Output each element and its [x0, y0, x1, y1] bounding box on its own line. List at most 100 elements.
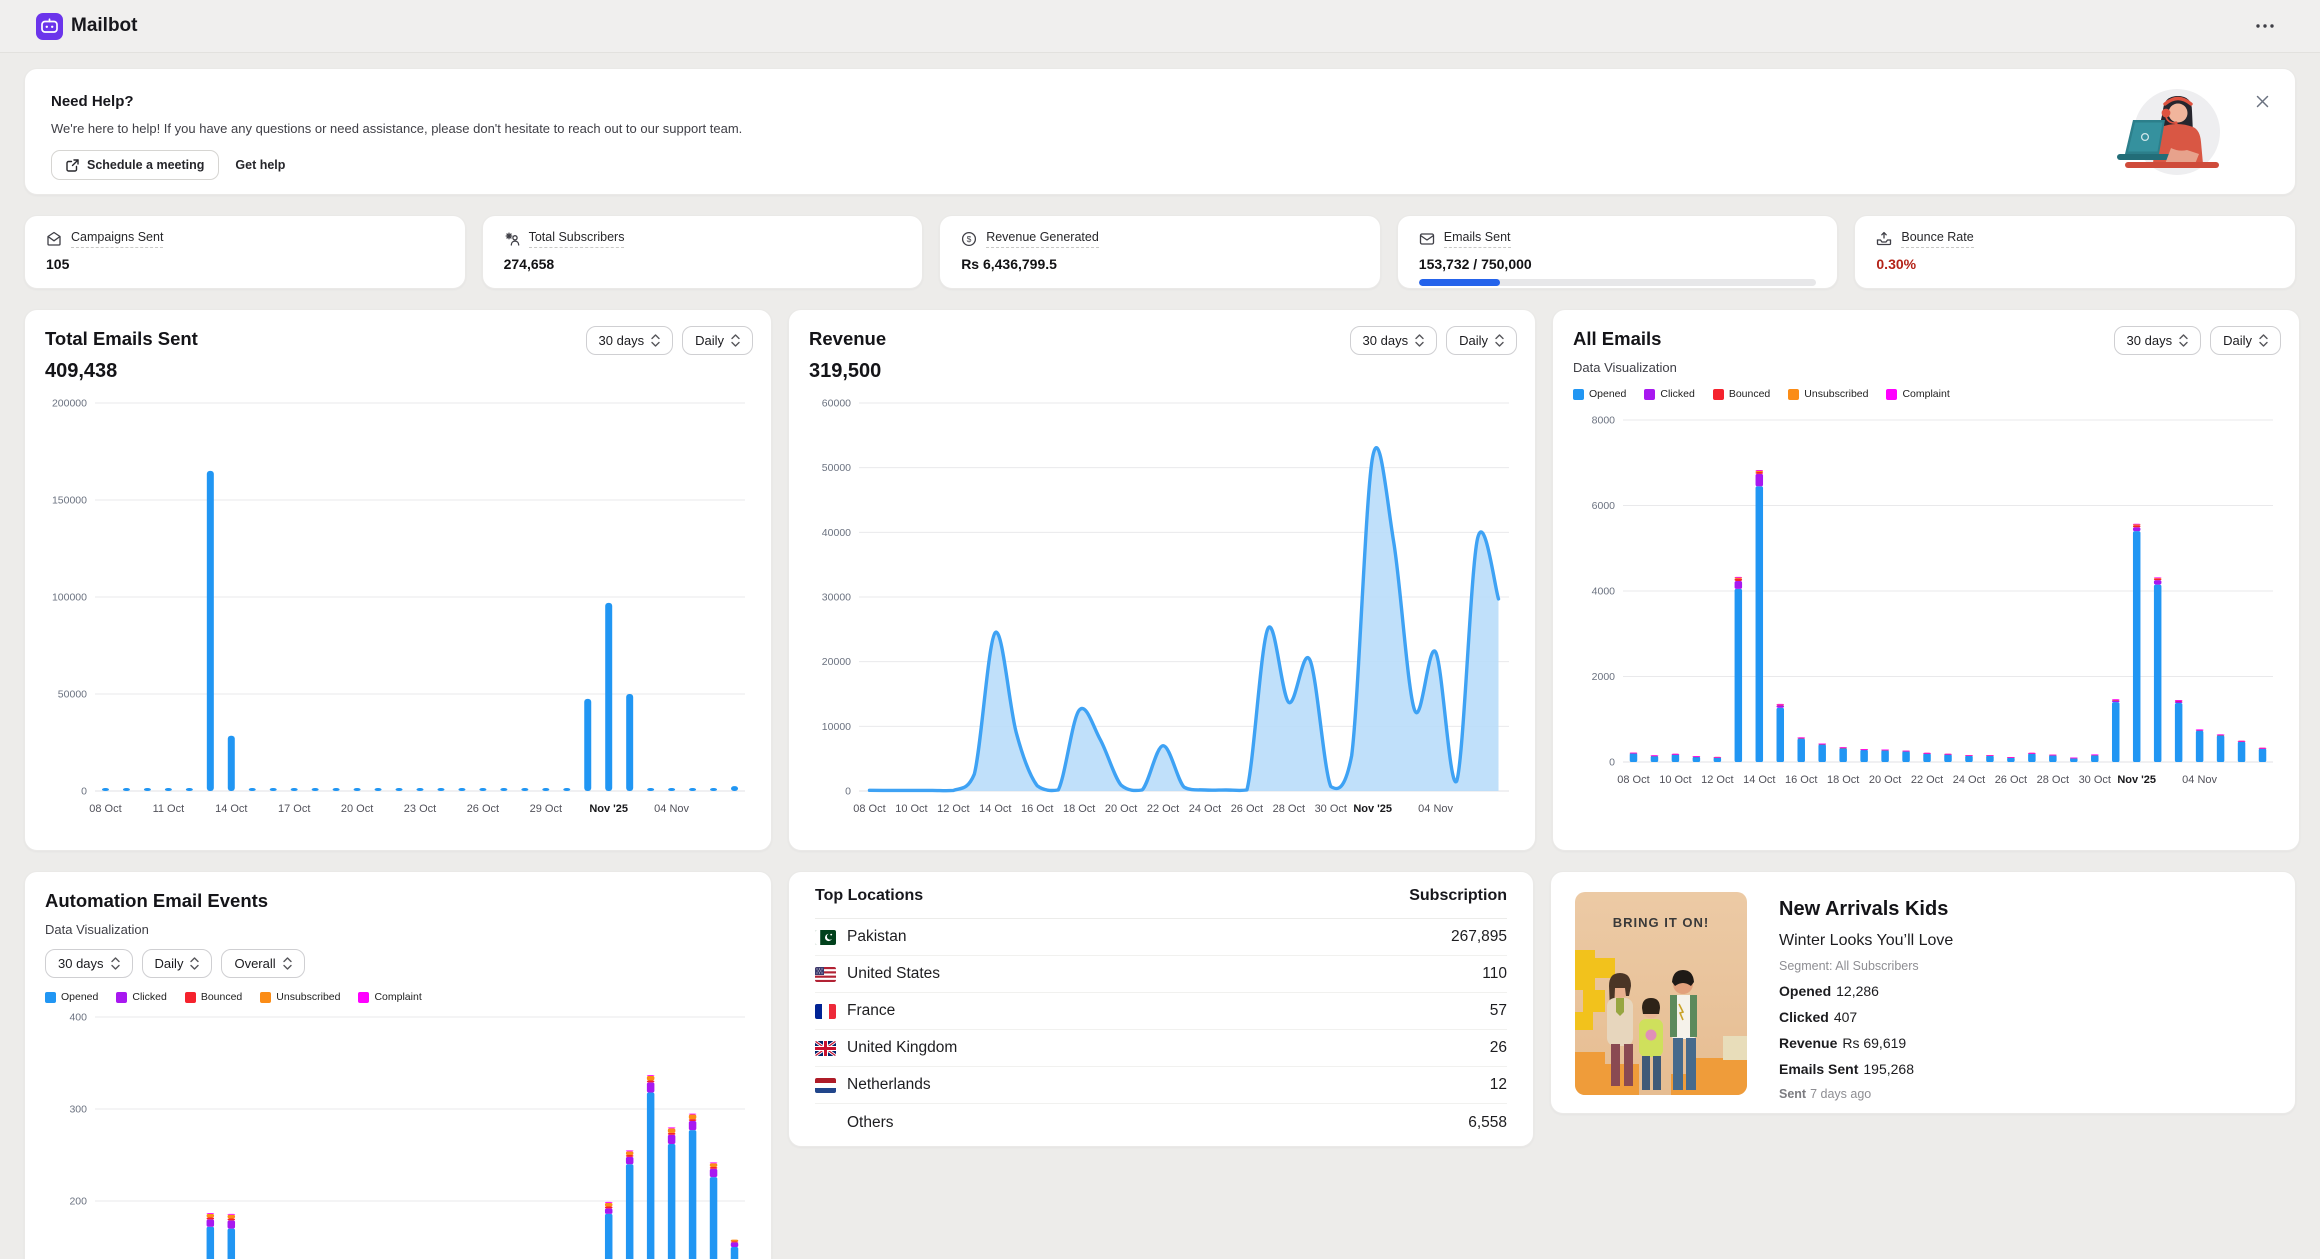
svg-text:28 Oct: 28 Oct: [2037, 774, 2069, 786]
svg-text:24 Oct: 24 Oct: [1953, 774, 1985, 786]
campaign-segment: Segment: All Subscribers: [1779, 959, 1953, 973]
campaign-stat-opened: Opened12,286: [1779, 983, 1953, 999]
svg-text:30 Oct: 30 Oct: [2079, 774, 2111, 786]
pakistan-flag-icon: [815, 930, 836, 945]
country-name: United Kingdom: [847, 1039, 957, 1057]
svg-text:20000: 20000: [822, 656, 851, 668]
stat-card-bounce-rate: Bounce Rate 0.30%: [1854, 215, 2296, 289]
campaigns-sent-icon: [46, 231, 62, 247]
granularity-select[interactable]: Daily: [1446, 326, 1517, 355]
help-banner-title: Need Help?: [51, 93, 2269, 110]
help-banner: Need Help? We're here to help! If you ha…: [24, 68, 2296, 195]
all-emails-legend: Opened Clicked Bounced Unsubscribed Complain…: [1573, 388, 2279, 400]
chevron-up-down-icon: [2179, 334, 2188, 347]
svg-text:29 Oct: 29 Oct: [530, 803, 562, 815]
get-help-button[interactable]: Get help: [235, 158, 285, 172]
range-select[interactable]: 30 days: [586, 326, 674, 355]
svg-text:30 Oct: 30 Oct: [1315, 803, 1347, 815]
external-link-icon: [66, 159, 79, 172]
granularity-select[interactable]: Daily: [2210, 326, 2281, 355]
chart-title: Automation Email Events: [45, 890, 751, 912]
svg-text:14 Oct: 14 Oct: [215, 803, 247, 815]
chart-subtitle: Data Visualization: [45, 922, 751, 937]
stat-label: Bounce Rate: [1901, 230, 1973, 248]
svg-text:08 Oct: 08 Oct: [853, 803, 885, 815]
table-row: Others 6,558: [815, 1104, 1507, 1141]
country-name: Netherlands: [847, 1076, 931, 1094]
legend-item-bounced[interactable]: Bounced: [185, 991, 242, 1003]
chevron-up-down-icon: [1495, 334, 1504, 347]
bottom-row: Automation Email Events Data Visualizati…: [24, 871, 2296, 1259]
legend-item-opened[interactable]: Opened: [1573, 388, 1626, 400]
granularity-select[interactable]: Daily: [682, 326, 753, 355]
svg-text:18 Oct: 18 Oct: [1827, 774, 1859, 786]
chevron-up-down-icon: [283, 957, 292, 970]
subscription-value: 12: [1490, 1076, 1507, 1094]
complaint-swatch-icon: [1886, 389, 1897, 400]
svg-text:17 Oct: 17 Oct: [278, 803, 310, 815]
svg-text:400: 400: [69, 1012, 87, 1024]
scope-select[interactable]: Overall: [221, 949, 304, 978]
stat-label: Revenue Generated: [986, 230, 1099, 248]
legend-item-clicked[interactable]: Clicked: [1644, 388, 1694, 400]
svg-text:20 Oct: 20 Oct: [1869, 774, 1901, 786]
stat-label: Campaigns Sent: [71, 230, 163, 248]
stat-card-campaigns-sent: Campaigns Sent 105: [24, 215, 466, 289]
legend-item-opened[interactable]: Opened: [45, 991, 98, 1003]
legend-item-unsubscribed[interactable]: Unsubscribed: [1788, 388, 1868, 400]
help-banner-message: We're here to help! If you have any ques…: [51, 121, 2269, 136]
range-select[interactable]: 30 days: [1350, 326, 1438, 355]
dashboard: Need Help? We're here to help! If you ha…: [0, 53, 2320, 1259]
svg-text:$: $: [967, 234, 972, 244]
table-row: United States 110: [815, 956, 1507, 993]
svg-text:100000: 100000: [52, 592, 87, 604]
bounced-swatch-icon: [1713, 389, 1724, 400]
svg-text:200000: 200000: [52, 398, 87, 410]
country-name: United States: [847, 965, 940, 983]
svg-text:200: 200: [69, 1196, 87, 1208]
total-emails-sent-total: 409,438: [45, 360, 751, 383]
svg-text:40000: 40000: [822, 527, 851, 539]
close-banner-button[interactable]: [2252, 91, 2273, 115]
granularity-select[interactable]: Daily: [142, 949, 213, 978]
legend-item-clicked[interactable]: Clicked: [116, 991, 166, 1003]
united-states-flag-icon: [815, 967, 836, 982]
svg-text:10 Oct: 10 Oct: [895, 803, 927, 815]
svg-text:18 Oct: 18 Oct: [1063, 803, 1095, 815]
revenue-generated-value: Rs 6,436,799.5: [961, 256, 1359, 272]
svg-text:04 Nov: 04 Nov: [654, 803, 689, 815]
emails-sent-progress-fill: [1419, 279, 1501, 286]
svg-text:28 Oct: 28 Oct: [1273, 803, 1305, 815]
svg-text:10 Oct: 10 Oct: [1659, 774, 1691, 786]
table-row: France 57: [815, 993, 1507, 1030]
more-options-button[interactable]: [2250, 18, 2280, 34]
brand: Mailbot: [36, 13, 138, 40]
legend-item-bounced[interactable]: Bounced: [1713, 388, 1770, 400]
campaign-title: New Arrivals Kids: [1779, 898, 1953, 921]
svg-text:Nov '25: Nov '25: [589, 803, 628, 815]
subscribers-icon: [504, 231, 520, 247]
automation-legend: Opened Clicked Bounced Unsubscribed Complain…: [45, 991, 751, 1003]
svg-text:0: 0: [81, 786, 87, 798]
svg-text:20 Oct: 20 Oct: [1105, 803, 1137, 815]
top-locations-card: Top Locations Subscription Pakistan 267,…: [788, 871, 1534, 1147]
table-row: United Kingdom 26: [815, 1030, 1507, 1067]
range-select[interactable]: 30 days: [45, 949, 133, 978]
svg-text:50000: 50000: [822, 462, 851, 474]
svg-text:26 Oct: 26 Oct: [1995, 774, 2027, 786]
schedule-meeting-button[interactable]: Schedule a meeting: [51, 150, 219, 180]
emails-sent-icon: [1419, 231, 1435, 247]
stat-label: Total Subscribers: [529, 230, 625, 248]
legend-item-complaint[interactable]: Complaint: [358, 991, 421, 1003]
svg-text:4000: 4000: [1592, 586, 1616, 598]
campaign-card: BRING IT ON!: [1550, 871, 2296, 1114]
total-emails-sent-chart: 05000010000015000020000008 Oct11 Oct14 O…: [45, 391, 751, 821]
stat-card-emails-sent: Emails Sent 153,732 / 750,000: [1397, 215, 1839, 289]
legend-item-unsubscribed[interactable]: Unsubscribed: [260, 991, 340, 1003]
legend-item-complaint[interactable]: Complaint: [1886, 388, 1949, 400]
campaign-stat-clicked: Clicked407: [1779, 1009, 1953, 1025]
range-select[interactable]: 30 days: [2114, 326, 2202, 355]
svg-text:04 Nov: 04 Nov: [1418, 803, 1453, 815]
top-locations-title: Top Locations: [815, 887, 923, 905]
svg-text:Nov '25: Nov '25: [1353, 803, 1392, 815]
